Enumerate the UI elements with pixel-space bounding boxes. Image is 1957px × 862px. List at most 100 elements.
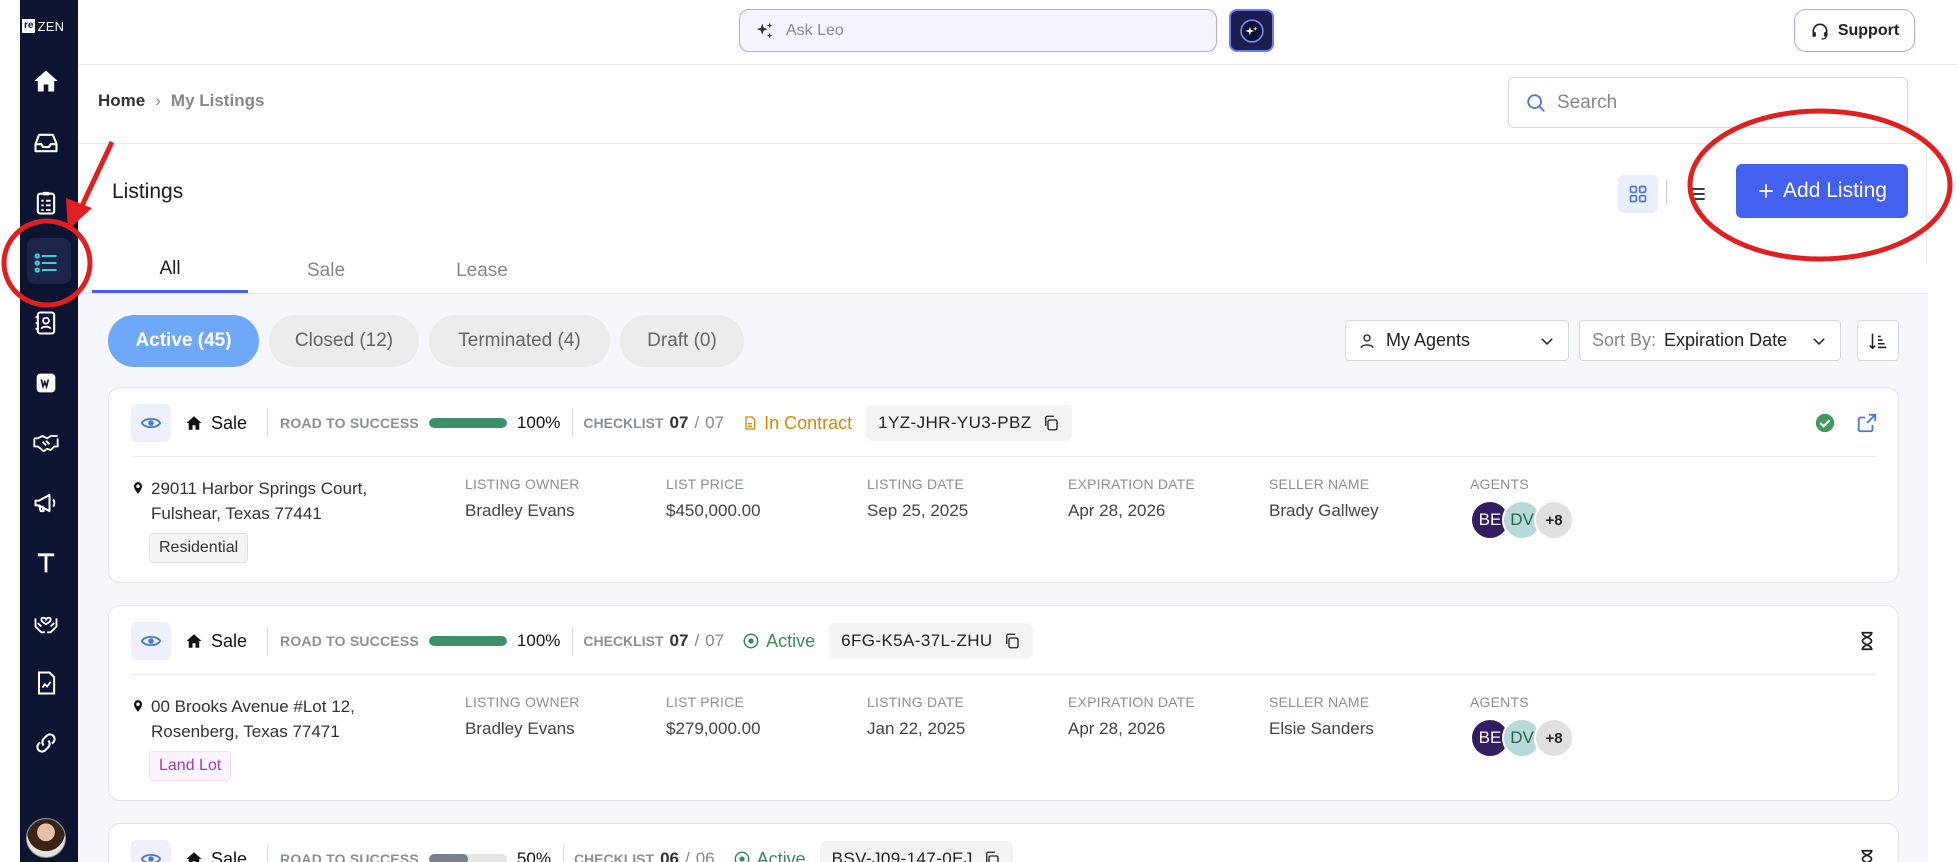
user-icon — [1360, 333, 1374, 348]
logo-text: ZEN — [37, 18, 65, 34]
property-type-tag: Residential — [149, 533, 249, 563]
sidebar-item-home[interactable] — [31, 66, 61, 96]
listing-code: 6FG-K5A-37L-ZHU — [829, 623, 1033, 659]
status-pill-active[interactable]: Active (45) — [108, 315, 259, 367]
sort-dropdown[interactable]: Sort By: Expiration Date — [1579, 320, 1841, 361]
list-icon — [34, 253, 57, 273]
listing-owner-field: LISTING OWNER Bradley Evans — [465, 694, 580, 739]
listing-type: Sale — [211, 630, 248, 651]
copy-icon[interactable] — [983, 850, 1001, 862]
sidebar-item-wallet[interactable] — [31, 368, 61, 398]
text-t-icon — [37, 553, 55, 573]
listing-code-text: 1YZ-JHR-YU3-PBZ — [878, 413, 1032, 432]
sidebar-item-reports[interactable] — [31, 668, 61, 698]
add-listing-button[interactable]: Add Listing — [1736, 164, 1908, 218]
sort-value: Expiration Date — [1664, 330, 1788, 350]
support-button[interactable]: Support — [1794, 9, 1915, 52]
listing-date-value: Jan 22, 2025 — [867, 719, 966, 738]
road-to-success-percent: 100% — [516, 413, 561, 432]
sidebar-item-listings[interactable] — [31, 248, 61, 278]
expiration-date-label: EXPIRATION DATE — [1068, 694, 1195, 710]
agents-field: AGENTS BE DV +8 — [1470, 694, 1574, 758]
checklist-total: 06 — [695, 849, 715, 862]
tab-sale[interactable]: Sale — [248, 248, 404, 293]
listing-date-label: LISTING DATE — [867, 476, 965, 492]
home-icon — [186, 634, 202, 648]
breadcrumb: Home › My Listings — [98, 91, 264, 111]
listing-address: 29011 Harbor Springs Court, Fulshear, Te… — [131, 476, 367, 526]
search-input[interactable]: Search — [1508, 77, 1908, 128]
external-link-icon[interactable] — [1856, 412, 1878, 434]
leo-assistant-button[interactable] — [1229, 9, 1274, 52]
sort-direction-button[interactable] — [1857, 320, 1899, 361]
sidebar-item-deals[interactable] — [31, 428, 61, 458]
list-price-value: $450,000.00 — [666, 501, 761, 520]
view-listing-button[interactable] — [131, 840, 171, 862]
sidebar-item-inbox[interactable] — [31, 128, 61, 158]
road-to-success-label: ROAD TO SUCCESS — [280, 851, 419, 862]
agents-filter-dropdown[interactable]: My Agents — [1345, 320, 1569, 361]
listing-card[interactable]: Sale ROAD TO SUCCESS 50% CHECKLIST 06 / … — [108, 823, 1899, 862]
listing-card[interactable]: Sale ROAD TO SUCCESS 100% CHECKLIST 07 /… — [108, 387, 1899, 583]
clipboard-icon — [36, 191, 56, 215]
status-pill-draft[interactable]: Draft (0) — [620, 315, 744, 367]
view-listing-button[interactable] — [131, 622, 171, 660]
add-listing-label: Add Listing — [1783, 179, 1887, 202]
list-price-field: LIST PRICE $450,000.00 — [666, 476, 761, 521]
menu-lines-icon — [1691, 188, 1705, 200]
chevron-down-icon — [1541, 337, 1553, 345]
breadcrumb-separator: › — [155, 91, 161, 110]
status-pill-terminated[interactable]: Terminated (4) — [429, 315, 610, 367]
status-text: Active — [766, 630, 816, 651]
road-to-success-label: ROAD TO SUCCESS — [280, 633, 419, 649]
copy-icon[interactable] — [1003, 632, 1021, 650]
sidebar-item-templates[interactable] — [31, 548, 61, 578]
sidebar-item-links[interactable] — [31, 728, 61, 758]
listing-date-value: Sep 25, 2025 — [867, 501, 969, 520]
list-price-label: LIST PRICE — [666, 694, 744, 710]
more-agents-badge[interactable]: +8 — [1534, 500, 1574, 540]
app-logo[interactable]: re ZEN — [22, 17, 74, 35]
sidebar-item-tasks[interactable] — [31, 188, 61, 218]
status-badge: Active — [725, 849, 820, 862]
ask-leo-input[interactable]: Ask Leo — [739, 9, 1217, 52]
user-avatar[interactable] — [26, 818, 66, 858]
grid-view-button[interactable] — [1618, 175, 1658, 213]
agents-label: AGENTS — [1470, 476, 1529, 492]
expiration-date-value: Apr 28, 2026 — [1068, 501, 1166, 520]
listing-code-text: BSV-J09-147-0EJ — [831, 849, 973, 862]
breadcrumb-current: My Listings — [170, 91, 265, 110]
checklist-total: 07 — [705, 631, 725, 650]
tab-lease[interactable]: Lease — [404, 248, 560, 293]
eye-icon — [140, 635, 162, 647]
home-icon — [186, 852, 202, 862]
leo-orb-icon — [1239, 18, 1264, 43]
view-listing-button[interactable] — [131, 404, 171, 442]
card-divider — [131, 674, 1876, 675]
support-label: Support — [1837, 21, 1900, 39]
plus-icon — [1759, 184, 1773, 198]
list-price-label: LIST PRICE — [666, 476, 744, 492]
address-line-1: 00 Brooks Avenue #Lot 12, — [151, 697, 355, 716]
sidebar-item-marketing[interactable] — [31, 488, 61, 518]
contact-book-icon — [35, 311, 56, 335]
topbar-divider — [78, 64, 1957, 65]
listing-owner-label: LISTING OWNER — [465, 476, 580, 492]
list-view-button[interactable] — [1680, 175, 1716, 213]
wallet-icon — [36, 373, 56, 393]
more-agents-badge[interactable]: +8 — [1534, 718, 1574, 758]
seller-name-label: SELLER NAME — [1269, 694, 1370, 710]
listing-card[interactable]: Sale ROAD TO SUCCESS 100% CHECKLIST 07 /… — [108, 605, 1899, 801]
search-placeholder: Search — [1557, 91, 1618, 113]
list-price-field: LIST PRICE $279,000.00 — [666, 694, 761, 739]
tab-all[interactable]: All — [92, 248, 248, 293]
status-badge: Active — [734, 631, 829, 652]
copy-icon[interactable] — [1042, 414, 1060, 432]
header-right-border — [1926, 143, 1927, 263]
sidebar-item-care[interactable] — [31, 608, 61, 638]
breadcrumb-home[interactable]: Home — [98, 91, 145, 111]
listing-date-label: LISTING DATE — [867, 694, 965, 710]
checklist-done: 06 — [660, 849, 679, 862]
status-pill-closed[interactable]: Closed (12) — [269, 315, 419, 367]
sidebar-item-contacts[interactable] — [31, 308, 61, 338]
